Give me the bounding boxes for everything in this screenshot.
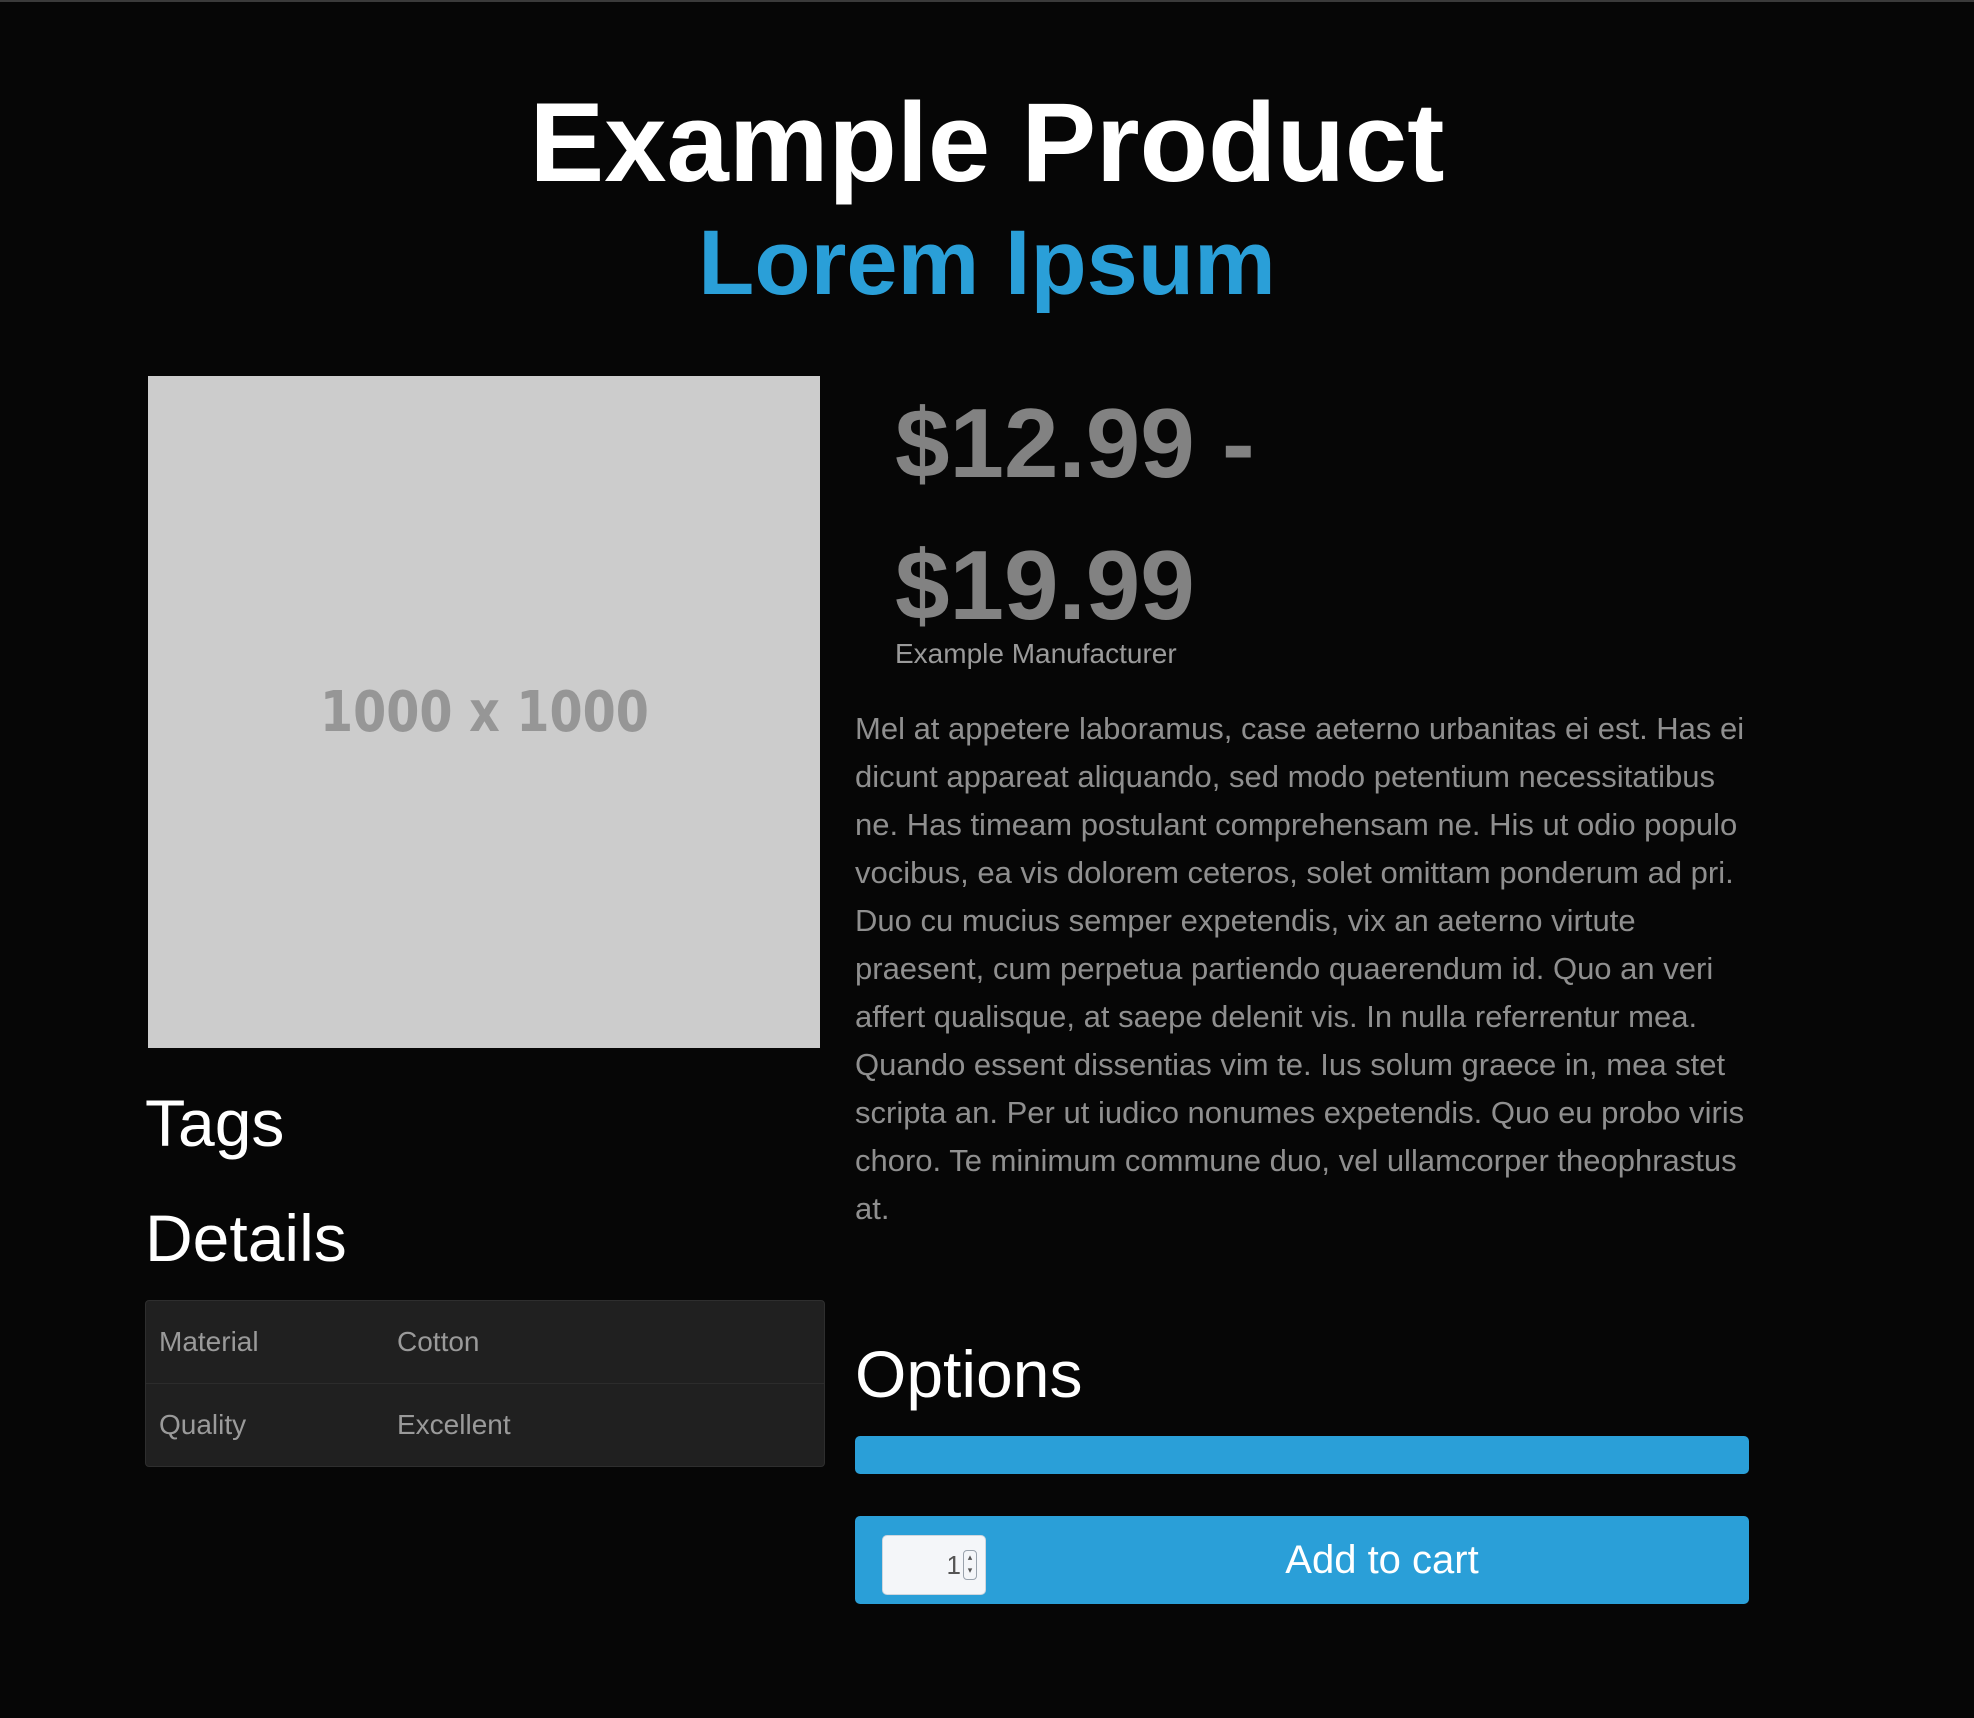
window-top-border — [0, 0, 1974, 2]
product-manufacturer: Example Manufacturer — [895, 638, 1177, 669]
page-header: Example Product Lorem Ipsum — [0, 78, 1974, 318]
quantity-value: 1 — [946, 1549, 961, 1580]
quantity-input[interactable]: 1 ▴ ▾ — [882, 1535, 986, 1595]
details-key: Material — [159, 1326, 259, 1357]
product-price: $12.99 - $19.99 — [895, 388, 1255, 640]
table-row: Quality Excellent — [146, 1383, 824, 1466]
details-value: Cotton — [397, 1326, 480, 1357]
add-to-cart-form: 1 ▴ ▾ Add to cart — [855, 1516, 1749, 1604]
add-to-cart-button[interactable]: Add to cart — [1015, 1516, 1749, 1604]
options-heading: Options — [855, 1337, 1083, 1411]
table-row: Material Cotton — [146, 1301, 824, 1383]
details-value: Excellent — [397, 1409, 511, 1440]
image-placeholder-label: 1000 x 1000 — [319, 679, 649, 745]
details-key: Quality — [159, 1409, 247, 1440]
options-select[interactable] — [855, 1436, 1749, 1474]
product-title: Example Product — [529, 80, 1445, 205]
details-table: Material Cotton Quality Excellent — [145, 1300, 825, 1467]
product-subtitle: Lorem Ipsum — [698, 212, 1276, 314]
up-down-arrows-icon[interactable]: ▴ ▾ — [963, 1550, 977, 1580]
product-image: 1000 x 1000 — [148, 376, 820, 1048]
tags-heading: Tags — [145, 1086, 285, 1160]
product-description: Mel at appetere laboramus, case aeterno … — [855, 711, 1745, 1226]
details-heading: Details — [145, 1201, 347, 1275]
